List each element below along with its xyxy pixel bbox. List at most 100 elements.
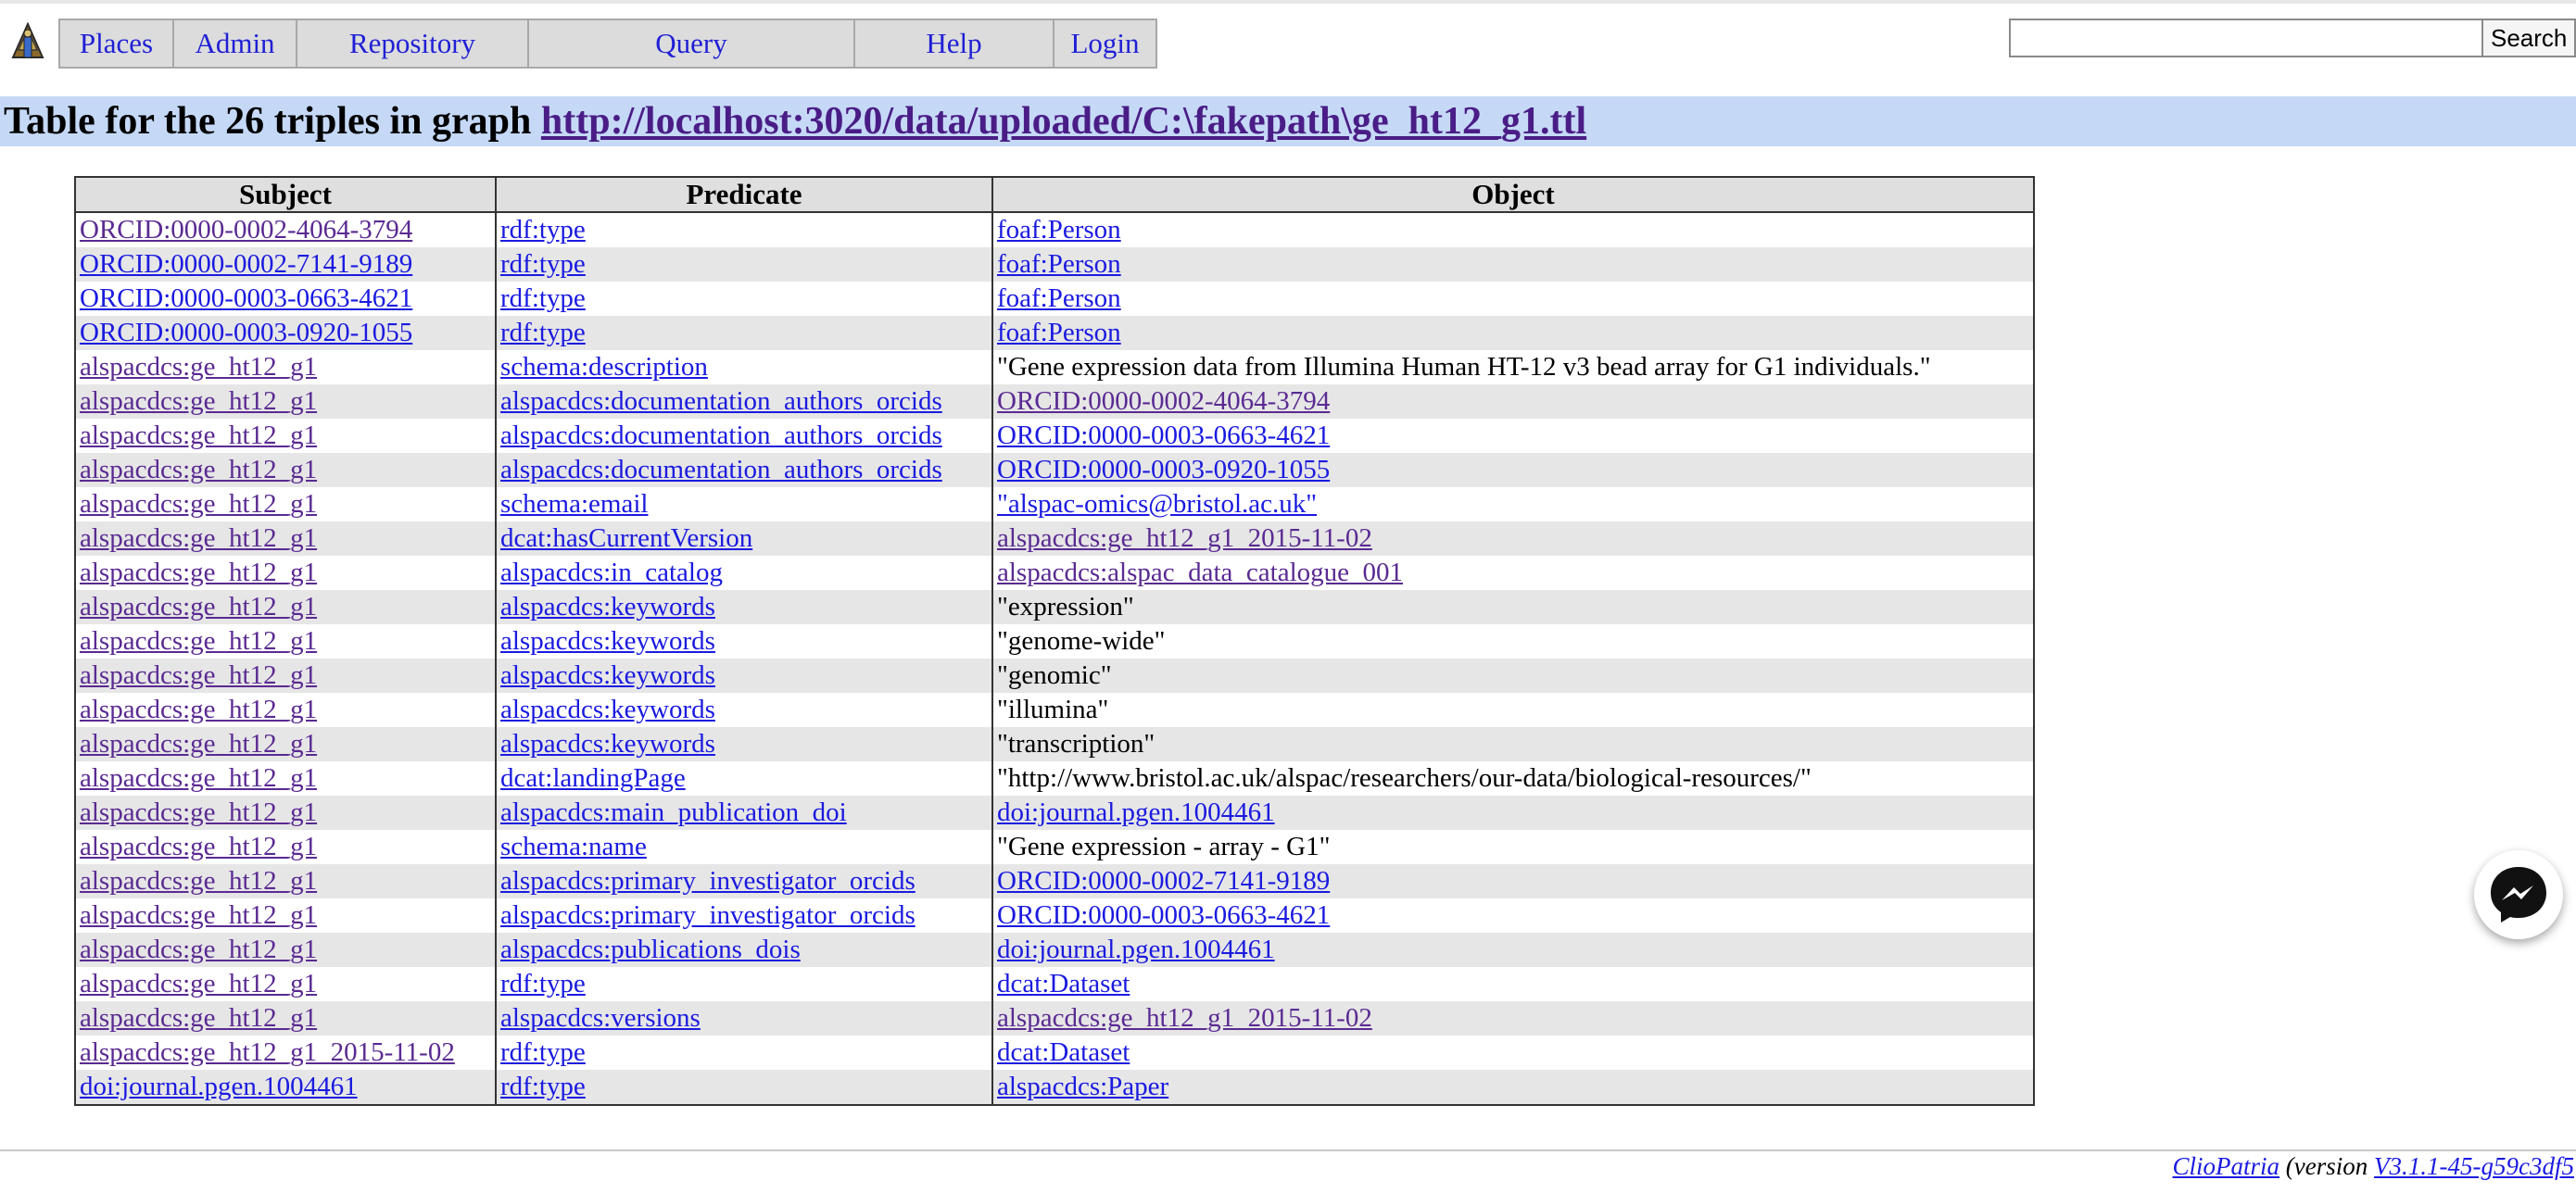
predicate-link[interactable]: alspacdcs:primary_investigator_orcids (500, 866, 915, 896)
object-link[interactable]: "alspac-omics@bristol.ac.uk" (997, 489, 1317, 519)
subject-link[interactable]: alspacdcs:ge_ht12_g1 (80, 352, 317, 382)
predicate-link[interactable]: rdf:type (500, 969, 586, 998)
subject-link[interactable]: alspacdcs:ge_ht12_g1 (80, 489, 317, 519)
subject-link[interactable]: alspacdcs:ge_ht12_g1 (80, 695, 317, 724)
predicate-link[interactable]: schema:name (500, 832, 647, 861)
predicate-link[interactable]: alspacdcs:keywords (500, 729, 715, 759)
search-button[interactable]: Search (2483, 19, 2576, 57)
subject-link[interactable]: alspacdcs:ge_ht12_g1 (80, 455, 317, 484)
predicate-link[interactable]: alspacdcs:keywords (500, 592, 715, 622)
predicate-link[interactable]: rdf:type (500, 1037, 586, 1067)
subject-link[interactable]: alspacdcs:ge_ht12_g1 (80, 900, 317, 930)
subject-link[interactable]: alspacdcs:ge_ht12_g1 (80, 386, 317, 416)
object-cell: "http://www.bristol.ac.uk/alspac/researc… (991, 761, 2035, 796)
subject-link[interactable]: alspacdcs:ge_ht12_g1 (80, 969, 317, 998)
subject-link[interactable]: alspacdcs:ge_ht12_g1 (80, 1003, 317, 1033)
table-row: alspacdcs:ge_ht12_g1 rdf:type dcat:Dataset (74, 967, 2035, 1001)
predicate-link[interactable]: alspacdcs:primary_investigator_orcids (500, 900, 915, 930)
predicate-link[interactable]: alspacdcs:keywords (500, 695, 715, 724)
subject-link[interactable]: ORCID:0000-0002-4064-3794 (80, 215, 412, 245)
menu-help[interactable]: Help (855, 19, 1054, 69)
object-link[interactable]: foaf:Person (997, 215, 1121, 245)
subject-link[interactable]: alspacdcs:ge_ht12_g1 (80, 935, 317, 964)
predicate-link[interactable]: alspacdcs:publications_dois (500, 935, 801, 964)
object-literal: "genome-wide" (997, 626, 1166, 656)
predicate-link[interactable]: rdf:type (500, 1072, 586, 1101)
subject-link[interactable]: alspacdcs:ge_ht12_g1 (80, 729, 317, 759)
object-link[interactable]: ORCID:0000-0003-0663-4621 (997, 900, 1330, 930)
predicate-link[interactable]: rdf:type (500, 215, 586, 245)
predicate-link[interactable]: schema:email (500, 489, 648, 519)
predicate-cell: alspacdcs:keywords (495, 693, 993, 727)
predicate-link[interactable]: rdf:type (500, 283, 586, 313)
predicate-link[interactable]: dcat:hasCurrentVersion (500, 523, 752, 553)
predicate-link[interactable]: alspacdcs:documentation_authors_orcids (500, 455, 942, 484)
object-link[interactable]: foaf:Person (997, 318, 1121, 347)
search-input[interactable] (2009, 19, 2483, 57)
object-link[interactable]: ORCID:0000-0003-0663-4621 (997, 421, 1330, 450)
object-cell: alspacdcs:ge_ht12_g1_2015-11-02 (991, 1001, 2035, 1036)
object-link[interactable]: ORCID:0000-0003-0920-1055 (997, 455, 1330, 484)
object-link[interactable]: alspacdcs:ge_ht12_g1_2015-11-02 (997, 1003, 1372, 1033)
subject-link[interactable]: alspacdcs:ge_ht12_g1 (80, 626, 317, 656)
menu-query[interactable]: Query (529, 19, 855, 69)
menu-admin[interactable]: Admin (174, 19, 297, 69)
object-link[interactable]: alspacdcs:Paper (997, 1072, 1168, 1101)
predicate-cell: alspacdcs:main_publication_doi (495, 796, 993, 830)
object-literal: "Gene expression data from Illumina Huma… (997, 352, 1931, 382)
predicate-link[interactable]: alspacdcs:versions (500, 1003, 701, 1033)
menu-repository[interactable]: Repository (297, 19, 529, 69)
predicate-link[interactable]: alspacdcs:main_publication_doi (500, 797, 847, 827)
subject-link[interactable]: alspacdcs:ge_ht12_g1 (80, 763, 317, 793)
subject-link[interactable]: alspacdcs:ge_ht12_g1_2015-11-02 (80, 1037, 455, 1067)
subject-link[interactable]: alspacdcs:ge_ht12_g1 (80, 797, 317, 827)
predicate-link[interactable]: alspacdcs:in_catalog (500, 558, 723, 587)
predicate-cell: alspacdcs:publications_dois (495, 933, 993, 967)
predicate-link[interactable]: schema:description (500, 352, 708, 382)
table-row: ORCID:0000-0002-7141-9189 rdf:type foaf:Pe… (74, 247, 2035, 282)
object-link[interactable]: doi:journal.pgen.1004461 (997, 797, 1275, 827)
object-cell: "genome-wide" (991, 624, 2035, 659)
subject-link[interactable]: alspacdcs:ge_ht12_g1 (80, 592, 317, 622)
object-link[interactable]: dcat:Dataset (997, 969, 1130, 998)
subject-link[interactable]: ORCID:0000-0002-7141-9189 (80, 249, 412, 279)
table-row: alspacdcs:ge_ht12_g1 alspacdcs:keywords "e… (74, 590, 2035, 624)
predicate-link[interactable]: alspacdcs:documentation_authors_orcids (500, 386, 942, 416)
graph-link[interactable]: http://localhost:3020/data/uploaded/C:\f… (541, 100, 1586, 143)
predicate-link[interactable]: alspacdcs:keywords (500, 660, 715, 690)
object-link[interactable]: doi:journal.pgen.1004461 (997, 935, 1275, 964)
subject-link[interactable]: doi:journal.pgen.1004461 (80, 1072, 358, 1101)
predicate-link[interactable]: dcat:landingPage (500, 763, 686, 793)
predicate-link[interactable]: rdf:type (500, 318, 586, 347)
object-link[interactable]: alspacdcs:alspac_data_catalogue_001 (997, 558, 1403, 587)
subject-link[interactable]: alspacdcs:ge_ht12_g1 (80, 558, 317, 587)
subject-link[interactable]: alspacdcs:ge_ht12_g1 (80, 523, 317, 553)
subject-link[interactable]: alspacdcs:ge_ht12_g1 (80, 660, 317, 690)
object-link[interactable]: alspacdcs:ge_ht12_g1_2015-11-02 (997, 523, 1372, 553)
object-cell: alspacdcs:alspac_data_catalogue_001 (991, 556, 2035, 590)
predicate-link[interactable]: alspacdcs:keywords (500, 626, 715, 656)
predicate-link[interactable]: alspacdcs:documentation_authors_orcids (500, 421, 942, 450)
object-cell: ORCID:0000-0002-4064-3794 (991, 384, 2035, 419)
version-link[interactable]: V3.1.1-45-g59c3df5 (2374, 1152, 2574, 1180)
predicate-link[interactable]: rdf:type (500, 249, 586, 279)
menu-login[interactable]: Login (1054, 19, 1157, 69)
object-link[interactable]: dcat:Dataset (997, 1037, 1130, 1067)
cliopatria-link[interactable]: ClioPatria (2173, 1152, 2280, 1180)
object-cell: ORCID:0000-0002-7141-9189 (991, 864, 2035, 898)
cliopatria-logo-icon[interactable] (7, 17, 48, 67)
predicate-cell: dcat:hasCurrentVersion (495, 521, 993, 556)
object-link[interactable]: ORCID:0000-0002-7141-9189 (997, 866, 1330, 896)
subject-link[interactable]: alspacdcs:ge_ht12_g1 (80, 832, 317, 861)
subject-link[interactable]: alspacdcs:ge_ht12_g1 (80, 421, 317, 450)
object-link[interactable]: foaf:Person (997, 249, 1121, 279)
subject-cell: ORCID:0000-0003-0663-4621 (74, 282, 497, 316)
object-link[interactable]: foaf:Person (997, 283, 1121, 313)
subject-link[interactable]: ORCID:0000-0003-0663-4621 (80, 283, 412, 313)
subject-link[interactable]: alspacdcs:ge_ht12_g1 (80, 866, 317, 896)
messenger-chat-icon[interactable] (2474, 850, 2563, 939)
subject-link[interactable]: ORCID:0000-0003-0920-1055 (80, 318, 412, 347)
menu-places[interactable]: Places (58, 19, 174, 69)
subject-cell: alspacdcs:ge_ht12_g1 (74, 384, 497, 419)
object-link[interactable]: ORCID:0000-0002-4064-3794 (997, 386, 1330, 416)
